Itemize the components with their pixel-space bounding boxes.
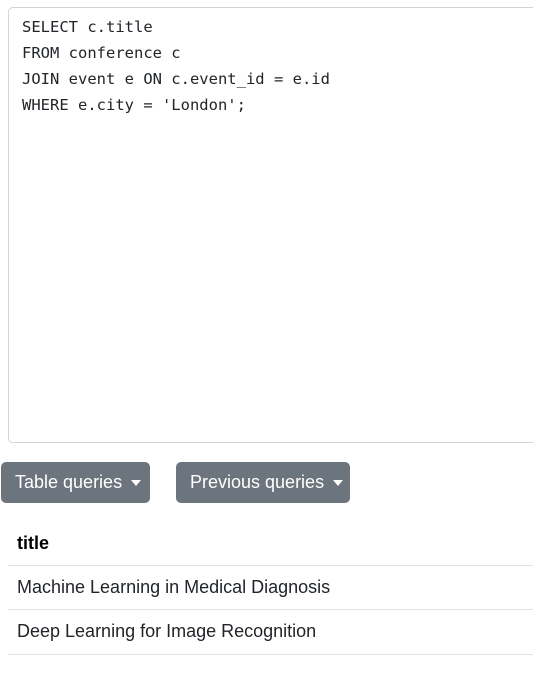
- table-row: Machine Learning in Medical Diagnosis: [8, 565, 533, 609]
- column-header-title: title: [17, 533, 50, 553]
- table-queries-button[interactable]: Table queries: [1, 462, 150, 503]
- code-line: SELECT c.title: [22, 18, 153, 36]
- code-line: FROM conference c: [22, 44, 181, 62]
- table-queries-label: Table queries: [15, 472, 123, 492]
- code-line: JOIN event e ON c.event_id = e.id: [22, 70, 330, 88]
- caret-down-icon: [131, 480, 142, 486]
- table-cell: Deep Learning for Image Recognition: [17, 621, 317, 641]
- table-cell: Machine Learning in Medical Diagnosis: [17, 577, 331, 597]
- table-bottom-divider: [8, 654, 533, 655]
- caret-down-icon: [333, 480, 344, 486]
- code-line: WHERE e.city = 'London';: [22, 96, 246, 114]
- sql-editor[interactable]: SELECT c.title FROM conference c JOIN ev…: [8, 7, 533, 443]
- previous-queries-button[interactable]: Previous queries: [176, 462, 350, 503]
- table-row: Deep Learning for Image Recognition: [8, 609, 533, 653]
- previous-queries-label: Previous queries: [190, 472, 325, 492]
